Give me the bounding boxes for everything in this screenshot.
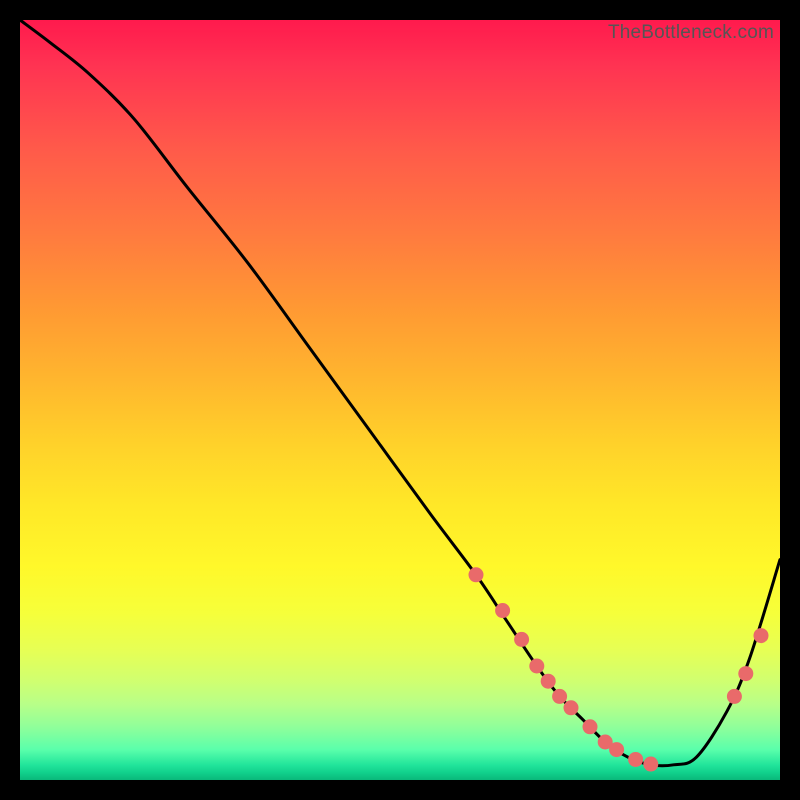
highlight-dots: [469, 567, 769, 771]
highlight-dot: [727, 689, 742, 704]
highlight-dot: [738, 666, 753, 681]
highlight-dot: [609, 742, 624, 757]
highlight-dot: [583, 719, 598, 734]
highlight-dot: [495, 603, 510, 618]
highlight-dot: [628, 752, 643, 767]
curve-svg: [20, 20, 780, 780]
highlight-dot: [552, 689, 567, 704]
highlight-dot: [754, 628, 769, 643]
highlight-dot: [564, 700, 579, 715]
bottleneck-curve: [20, 20, 780, 766]
plot-area: TheBottleneck.com: [20, 20, 780, 780]
highlight-dot: [643, 757, 658, 772]
chart-frame: TheBottleneck.com: [0, 0, 800, 800]
highlight-dot: [514, 632, 529, 647]
highlight-dot: [529, 659, 544, 674]
highlight-dot: [469, 567, 484, 582]
highlight-dot: [541, 674, 556, 689]
